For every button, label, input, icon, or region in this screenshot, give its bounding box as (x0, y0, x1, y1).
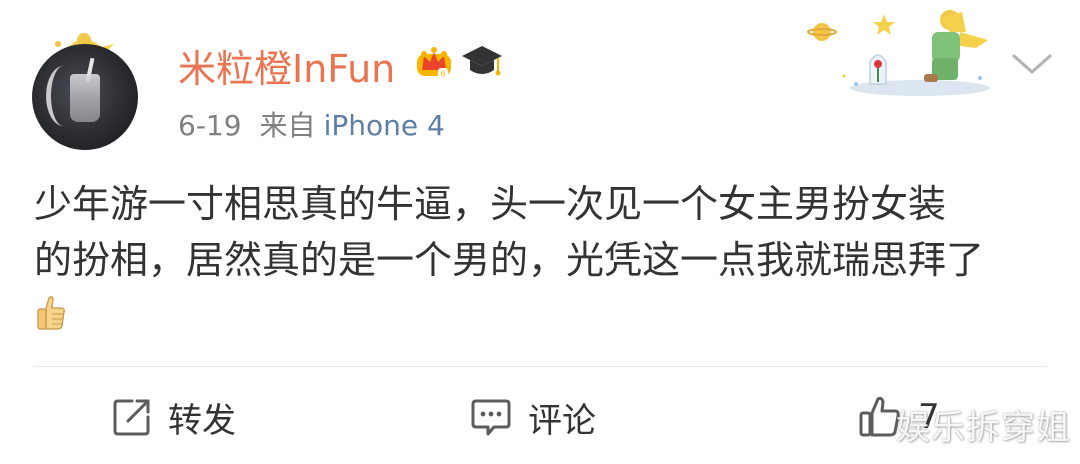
post-content: 少年游一寸相思真的牛逼，头一次见一个女主男扮女装 的扮相，居然真的是一个男的，光… (34, 176, 1044, 288)
post-content-line: 的扮相，居然真的是一个男的，光凭这一点我就瑞思拜了 (34, 238, 985, 282)
divider (34, 366, 1046, 367)
post-source-link[interactable]: iPhone 4 (324, 109, 445, 142)
repost-icon (113, 399, 150, 436)
graduation-cap-icon[interactable] (460, 42, 504, 80)
post-meta: 6-19 来自 iPhone 4 (178, 104, 445, 144)
weibo-post-card: 米粒橙InFun 6 6-19 来自 iPhone 4 少年游一寸相思真的牛逼，… (0, 0, 1080, 464)
repost-button[interactable]: 转发 (112, 392, 236, 442)
vip-crown-icon[interactable]: 6 (414, 42, 454, 80)
watermark-text: 娱乐拆穿姐 (896, 408, 1071, 448)
post-content-line: 少年游一寸相思真的牛逼，头一次见一个女主男扮女装 (34, 182, 947, 226)
comment-button[interactable]: 评论 (470, 392, 596, 442)
username[interactable]: 米粒橙InFun (178, 38, 395, 93)
avatar (32, 44, 138, 150)
avatar-cup (70, 74, 100, 122)
card-skin-decoration-icon (807, 10, 990, 96)
chevron-down-icon[interactable] (1010, 50, 1054, 78)
avatar-container[interactable] (22, 26, 152, 152)
post-time: 6-19 (178, 109, 242, 142)
thumbs-up-emoji-icon (37, 296, 65, 330)
svg-text:6: 6 (440, 70, 445, 79)
from-label: 来自 (259, 109, 316, 142)
repost-label: 转发 (168, 400, 236, 441)
comment-label: 评论 (528, 400, 596, 441)
comment-icon (471, 399, 511, 436)
